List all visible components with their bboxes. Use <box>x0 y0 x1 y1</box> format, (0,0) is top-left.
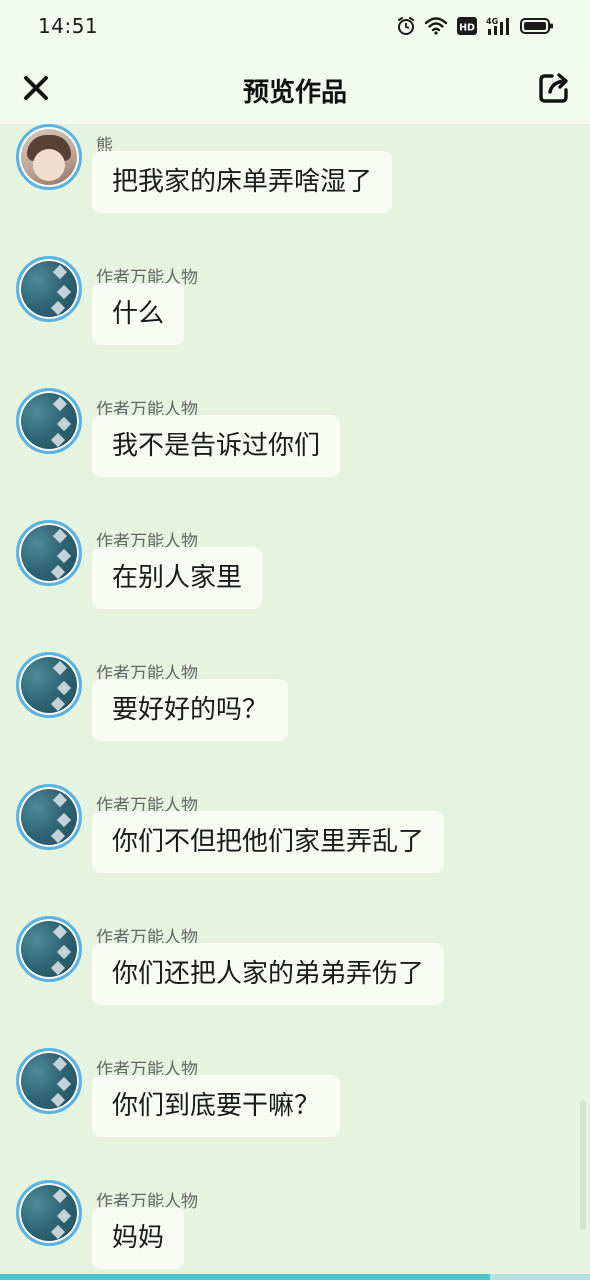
author-avatar[interactable] <box>16 388 82 454</box>
battery-icon <box>520 16 554 36</box>
status-bar: 14:51 HD 4G <box>0 0 590 52</box>
header: 预览作品 <box>0 52 590 124</box>
wifi-icon <box>424 16 448 36</box>
svg-text:4G: 4G <box>486 17 498 26</box>
author-avatar[interactable] <box>16 652 82 718</box>
chat-message: 作者万能人物 在别人家里 <box>0 520 590 640</box>
chat-message: 作者万能人物 你们不但把他们家里弄乱了 <box>0 784 590 904</box>
chat-message: 作者万能人物 你们还把人家的弟弟弄伤了 <box>0 916 590 1036</box>
message-bubble[interactable]: 你们不但把他们家里弄乱了 <box>92 811 445 873</box>
hd-icon: HD <box>456 16 478 36</box>
message-bubble[interactable]: 我不是告诉过你们 <box>92 415 341 477</box>
chat-message: 作者万能人物 我不是告诉过你们 <box>0 388 590 508</box>
author-avatar[interactable] <box>16 1180 82 1246</box>
avatar-face <box>33 149 65 181</box>
chat-message: 作者万能人物 什么 <box>0 256 590 376</box>
scrollbar[interactable] <box>580 1100 586 1230</box>
message-bubble[interactable]: 在别人家里 <box>92 547 263 609</box>
author-avatar[interactable] <box>16 784 82 850</box>
message-bubble[interactable]: 你们还把人家的弟弟弄伤了 <box>92 943 445 1005</box>
chat-list[interactable]: 熊 把我家的床单弄啥湿了 作者万能人物 什么 作者万能人物 我不是告诉过你们 作… <box>0 124 590 1280</box>
page-title: 预览作品 <box>242 78 347 108</box>
share-button[interactable] <box>536 70 572 106</box>
author-avatar[interactable] <box>16 256 82 322</box>
message-bubble[interactable]: 什么 <box>92 283 185 345</box>
chat-message: 作者万能人物 妈妈 <box>0 1180 590 1280</box>
author-avatar[interactable] <box>16 1048 82 1114</box>
message-bubble[interactable]: 把我家的床单弄啥湿了 <box>92 151 393 213</box>
message-bubble[interactable]: 要好好的吗？ <box>92 679 289 741</box>
author-avatar[interactable] <box>16 520 82 586</box>
user-avatar[interactable] <box>16 124 82 190</box>
status-time: 14:51 <box>38 14 99 38</box>
message-bubble[interactable]: 妈妈 <box>92 1207 185 1269</box>
progress-fill <box>0 1274 490 1280</box>
chat-message: 作者万能人物 要好好的吗？ <box>0 652 590 772</box>
svg-text:HD: HD <box>459 23 475 34</box>
message-bubble[interactable]: 你们到底要干嘛？ <box>92 1075 341 1137</box>
author-avatar[interactable] <box>16 916 82 982</box>
4g-signal-icon: 4G <box>486 16 512 36</box>
chat-message: 作者万能人物 你们到底要干嘛？ <box>0 1048 590 1168</box>
alarm-icon <box>396 16 416 36</box>
chat-message: 熊 把我家的床单弄啥湿了 <box>0 124 590 244</box>
status-icons: HD 4G <box>396 14 554 38</box>
playback-progress-bar[interactable] <box>0 1274 590 1280</box>
share-icon <box>539 73 568 103</box>
